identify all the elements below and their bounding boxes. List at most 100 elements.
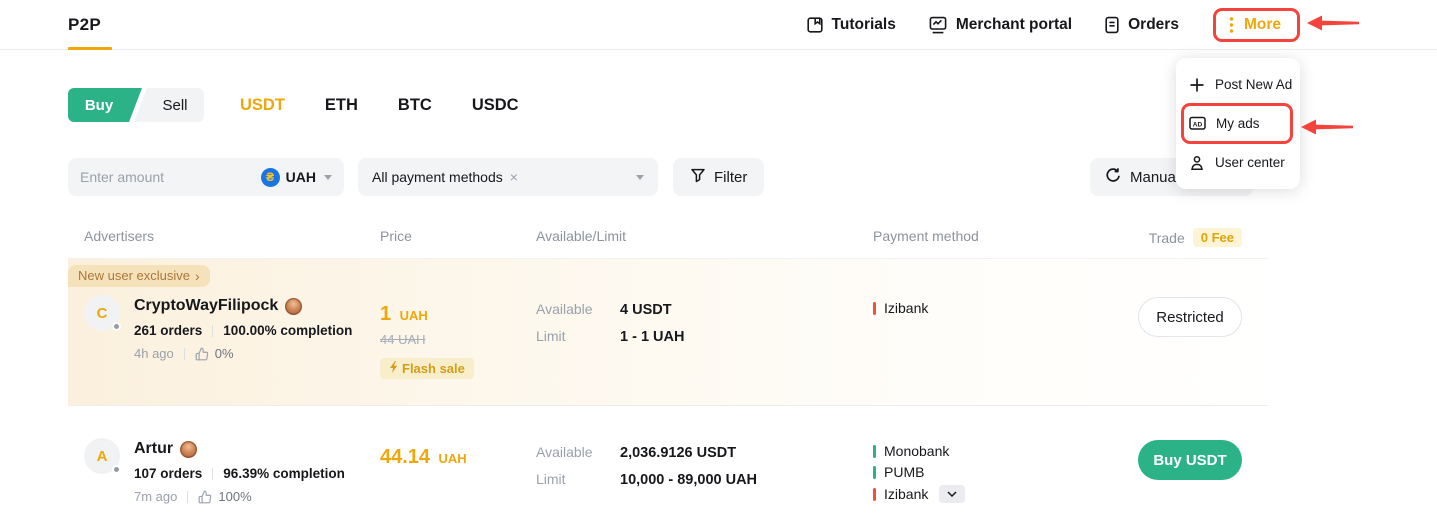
- price-currency: UAH: [439, 451, 467, 466]
- col-header-trade-label: Trade: [1149, 230, 1185, 246]
- page-title: P2P: [68, 0, 101, 49]
- thumbs-up-icon: [198, 490, 212, 504]
- amount-input[interactable]: [80, 169, 261, 185]
- divider: [184, 348, 185, 360]
- ad-icon: AD: [1189, 116, 1206, 131]
- available-label: Available: [536, 444, 620, 460]
- clear-filter-icon[interactable]: ×: [510, 169, 518, 185]
- avatar[interactable]: A: [84, 438, 120, 474]
- buy-usdt-button[interactable]: Buy USDT: [1138, 440, 1242, 480]
- completion-rate: 96.39% completion: [223, 466, 345, 481]
- payment-name: PUMB: [884, 464, 924, 480]
- offers-list: New user exclusive › C CryptoWayFilipock: [68, 258, 1268, 524]
- last-seen: 4h ago: [134, 346, 174, 361]
- available-value: 4 USDT: [620, 302, 672, 318]
- medal-icon: [285, 298, 302, 315]
- top-bar: P2P Tutorials Merchant portal Orders: [0, 0, 1437, 50]
- available-value: 2,036.9126 USDT: [620, 445, 736, 461]
- fiat-currency-select[interactable]: ₴ UAH: [261, 168, 332, 187]
- positive-rating: 100%: [218, 489, 251, 504]
- filter-button[interactable]: Filter: [673, 158, 764, 196]
- tab-buy[interactable]: Buy: [68, 88, 142, 122]
- orders-icon: [1104, 16, 1120, 34]
- lightning-icon: [389, 361, 398, 376]
- limit-value: 10,000 - 89,000 UAH: [620, 472, 757, 488]
- payment-color-bar: [873, 466, 876, 479]
- nav-tutorials[interactable]: Tutorials: [806, 16, 896, 34]
- chevron-right-icon: ›: [195, 269, 200, 283]
- coin-tabs: USDT ETH BTC USDC: [240, 88, 519, 122]
- nav-orders-label: Orders: [1128, 16, 1179, 34]
- limit-label: Limit: [536, 328, 620, 344]
- menu-item-user-center[interactable]: User center: [1176, 143, 1300, 182]
- offer-price: 44.14 UAH: [380, 446, 520, 469]
- divider: [187, 491, 188, 503]
- menu-item-post-new-ad[interactable]: Post New Ad: [1176, 65, 1300, 104]
- status-dot: [112, 322, 121, 331]
- advertiser-name[interactable]: CryptoWayFilipock: [134, 297, 278, 315]
- expand-payments-button[interactable]: [939, 485, 965, 503]
- available-label: Available: [536, 301, 620, 317]
- payment-method-select-label: All payment methods: [372, 169, 503, 185]
- positive-rating: 0%: [215, 346, 234, 361]
- avatar-letter: A: [97, 448, 108, 465]
- tab-coin-eth[interactable]: ETH: [325, 96, 358, 115]
- menu-item-my-ads[interactable]: AD My ads: [1176, 104, 1300, 143]
- new-user-banner-label: New user exclusive: [78, 268, 190, 283]
- last-seen: 7m ago: [134, 489, 177, 504]
- nav-orders[interactable]: Orders: [1104, 16, 1179, 34]
- nav-more[interactable]: More: [1229, 16, 1281, 34]
- more-dropdown-menu: Post New Ad AD My ads User center: [1176, 58, 1300, 189]
- price-currency: UAH: [400, 308, 428, 323]
- filter-button-label: Filter: [714, 169, 747, 186]
- active-tab-indicator: [68, 47, 112, 50]
- refresh-icon: [1104, 167, 1121, 188]
- fiat-currency-label: UAH: [286, 169, 316, 185]
- buy-sell-toggle: Buy Sell: [68, 88, 204, 122]
- payment-name: Izibank: [884, 486, 928, 502]
- divider: [212, 468, 213, 480]
- plus-icon: [1189, 77, 1205, 93]
- medal-icon: [180, 441, 197, 458]
- flash-sale-badge: Flash sale: [380, 358, 474, 379]
- completion-rate: 100.00% completion: [223, 323, 352, 338]
- p2p-page: P2P Tutorials Merchant portal Orders: [0, 0, 1437, 524]
- orders-count: 261 orders: [134, 323, 202, 338]
- offer-row: New user exclusive › C CryptoWayFilipock: [68, 258, 1268, 406]
- price-value: 1: [380, 303, 391, 325]
- more-dots-icon: [1229, 16, 1234, 34]
- payment-color-bar: [873, 302, 876, 315]
- chevron-down-icon: [324, 175, 332, 180]
- refresh-mode-label: Manual: [1130, 169, 1179, 186]
- tab-coin-usdt[interactable]: USDT: [240, 96, 285, 115]
- status-dot: [112, 465, 121, 474]
- flash-sale-label: Flash sale: [402, 361, 465, 376]
- svg-text:AD: AD: [1193, 121, 1203, 128]
- tutorials-icon: [806, 16, 824, 34]
- tab-sell[interactable]: Sell: [134, 88, 204, 122]
- payment-color-bar: [873, 445, 876, 458]
- tab-coin-btc[interactable]: BTC: [398, 96, 432, 115]
- limit-value: 1 - 1 UAH: [620, 329, 684, 345]
- user-icon: [1189, 155, 1205, 171]
- top-navigation: Tutorials Merchant portal Orders: [806, 0, 1300, 50]
- payment-name: Monobank: [884, 443, 949, 459]
- avatar-letter: C: [97, 305, 108, 322]
- restricted-button[interactable]: Restricted: [1138, 297, 1242, 337]
- tab-coin-usdc[interactable]: USDC: [472, 96, 519, 115]
- new-user-banner[interactable]: New user exclusive ›: [68, 265, 210, 287]
- payment-color-bar: [873, 488, 876, 501]
- amount-filter: ₴ UAH: [68, 158, 344, 196]
- payment-method: Monobank: [873, 443, 1114, 459]
- menu-item-label: Post New Ad: [1215, 77, 1292, 92]
- col-header-trade: Trade 0 Fee: [1114, 228, 1268, 247]
- payment-method: PUMB: [873, 464, 1114, 480]
- advertiser-name[interactable]: Artur: [134, 440, 173, 458]
- funnel-icon: [690, 167, 706, 187]
- payment-method-select[interactable]: All payment methods ×: [358, 158, 658, 196]
- nav-merchant-portal[interactable]: Merchant portal: [928, 16, 1072, 34]
- offers-table-header: Advertisers Price Available/Limit Paymen…: [68, 228, 1268, 247]
- chevron-down-icon: [636, 175, 644, 180]
- avatar[interactable]: C: [84, 295, 120, 331]
- menu-item-label: User center: [1215, 155, 1285, 170]
